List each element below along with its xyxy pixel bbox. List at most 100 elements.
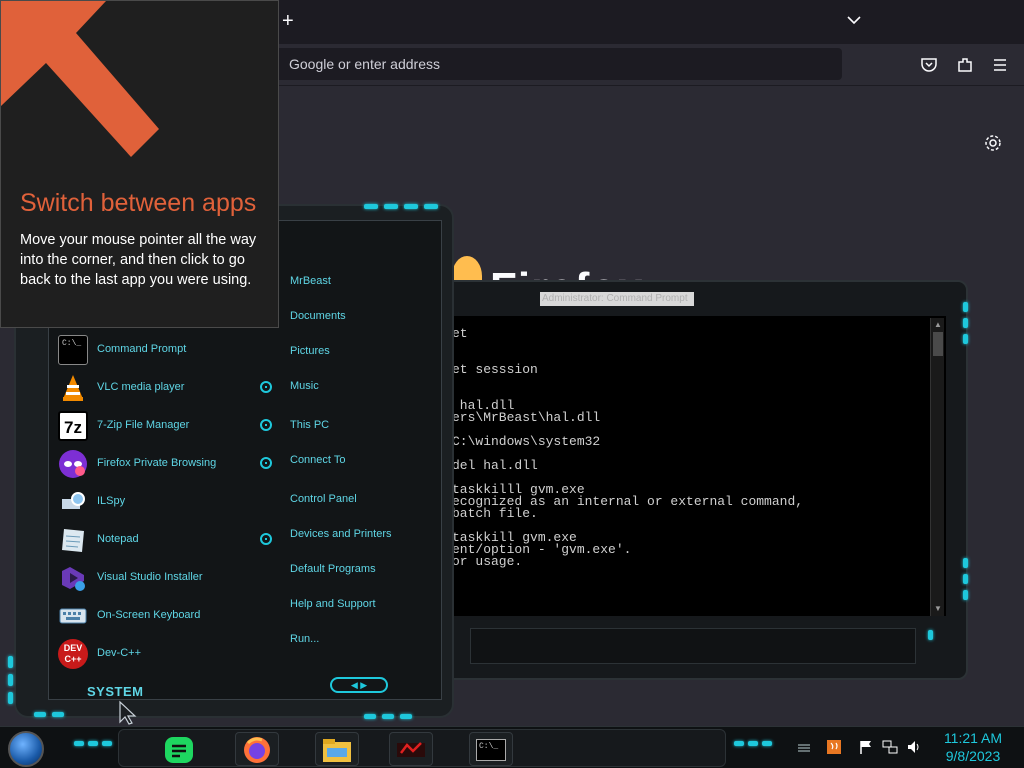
network-icon[interactable] <box>882 739 898 755</box>
taskbar-app-button[interactable] <box>389 732 433 766</box>
place-help-support[interactable]: Help and Support <box>290 598 376 610</box>
list-all-tabs-icon[interactable] <box>846 12 862 28</box>
program-7zip[interactable]: 7z 7-Zip File Manager <box>58 411 258 441</box>
red-app-icon <box>397 742 425 757</box>
vlc-icon <box>63 375 83 401</box>
java-update-icon[interactable] <box>826 739 842 755</box>
place-control-panel[interactable]: Control Panel <box>290 493 357 505</box>
notes-app-icon[interactable] <box>163 735 195 765</box>
taskbar-app-dock: C:\_ <box>118 729 726 767</box>
command-prompt-icon: C:\_ <box>58 335 88 365</box>
address-bar-placeholder: Google or enter address <box>289 56 440 72</box>
scroll-down-icon[interactable]: ▼ <box>933 604 943 614</box>
taskbar: C:\_ 11:21 AM 9/8/2023 <box>0 726 1024 768</box>
program-firefox-private[interactable]: Firefox Private Browsing <box>58 449 258 479</box>
place-user-folder[interactable]: MrBeast <box>290 275 331 287</box>
extensions-icon[interactable] <box>956 56 974 74</box>
program-command-prompt[interactable]: C:\_ Command Prompt <box>58 335 258 365</box>
console-line: et sesssion <box>452 362 538 377</box>
place-run[interactable]: Run... <box>290 633 319 645</box>
tip-body: Move your mouse pointer all the way into… <box>20 232 257 288</box>
new-tab-button[interactable]: + <box>282 10 294 33</box>
command-prompt-icon: C:\_ <box>476 739 506 761</box>
frame-led <box>102 741 112 746</box>
frame-led <box>963 590 968 600</box>
program-label: Visual Studio Installer <box>97 571 203 583</box>
console-line: C:\windows\system32 <box>452 434 601 449</box>
jump-list-arrow-icon[interactable] <box>260 419 272 431</box>
place-documents[interactable]: Documents <box>290 310 346 322</box>
frame-led <box>734 741 744 746</box>
place-connect-to[interactable]: Connect To <box>290 454 345 466</box>
place-music[interactable]: Music <box>290 380 319 392</box>
place-default-programs[interactable]: Default Programs <box>290 563 376 575</box>
address-bar[interactable]: Google or enter address <box>270 48 842 80</box>
program-vlc[interactable]: VLC media player <box>58 373 258 403</box>
show-hidden-icons-icon[interactable] <box>796 739 812 755</box>
app-menu-icon[interactable] <box>991 56 1009 74</box>
frame-led <box>762 741 772 746</box>
scrollbar-thumb[interactable] <box>933 332 943 356</box>
frame-led <box>8 674 13 686</box>
firefox-private-icon <box>59 450 87 478</box>
frame-led <box>928 630 933 640</box>
action-center-flag-icon[interactable] <box>858 739 874 755</box>
program-label: Firefox Private Browsing <box>97 457 217 469</box>
program-label: VLC media player <box>97 381 185 393</box>
console-scrollbar[interactable]: ▲ ▼ <box>930 318 944 616</box>
place-this-pc[interactable]: This PC <box>290 419 329 431</box>
taskbar-command-prompt-button[interactable]: C:\_ <box>469 732 513 766</box>
frame-led <box>8 656 13 668</box>
frame-led <box>748 741 758 746</box>
frame-led <box>384 204 398 209</box>
vs-installer-icon <box>62 567 85 591</box>
frame-led <box>8 692 13 704</box>
command-prompt-title: Administrator: Command Prompt <box>542 293 688 304</box>
program-label: Dev-C++ <box>97 647 142 659</box>
keyboard-icon <box>59 608 87 624</box>
frame-led <box>963 558 968 568</box>
jump-list-arrow-icon[interactable] <box>260 533 272 545</box>
scroll-up-icon[interactable]: ▲ <box>933 320 943 330</box>
frame-led <box>424 204 438 209</box>
console-output[interactable]: et et sesssion hal.dll ers\MrBeast\hal.dll… <box>452 316 946 616</box>
program-ilspy[interactable]: ILSpy <box>58 487 258 517</box>
program-vs-installer[interactable]: Visual Studio Installer <box>58 563 258 593</box>
jump-list-arrow-icon[interactable] <box>260 381 272 393</box>
system-label[interactable]: SYSTEM <box>87 684 143 699</box>
pocket-icon[interactable] <box>920 56 938 74</box>
7zip-icon: 7z <box>58 411 88 441</box>
start-orb-button[interactable] <box>8 731 44 767</box>
program-label: Command Prompt <box>97 343 187 355</box>
command-prompt-title-bar[interactable]: Administrator: Command Prompt <box>540 292 694 306</box>
start-menu-nav-arrows[interactable]: ◀ ▶ <box>330 677 388 693</box>
place-devices-printers[interactable]: Devices and Printers <box>290 528 392 540</box>
frame-led <box>364 714 376 719</box>
console-line: ers\MrBeast\hal.dll <box>452 410 601 425</box>
console-line: or usage. <box>452 554 523 569</box>
file-explorer-icon <box>323 739 351 762</box>
frame-led <box>963 574 968 584</box>
program-label: Notepad <box>97 533 139 545</box>
program-devcpp[interactable]: DEV C++ Dev-C++ <box>58 639 258 669</box>
frame-led <box>364 204 378 209</box>
program-label: 7-Zip File Manager <box>97 419 190 431</box>
command-prompt-bottom-panel <box>470 628 916 664</box>
program-notepad[interactable]: Notepad <box>58 525 258 555</box>
switch-apps-tip: Switch between apps Move your mouse poin… <box>0 0 279 328</box>
personalize-new-tab-gear-icon[interactable] <box>984 134 1002 152</box>
taskbar-firefox-button[interactable] <box>235 732 279 766</box>
place-pictures[interactable]: Pictures <box>290 345 330 357</box>
program-label: ILSpy <box>97 495 126 507</box>
taskbar-file-explorer-button[interactable] <box>315 732 359 766</box>
console-line: et <box>452 326 468 341</box>
console-line: del hal.dll <box>452 458 538 473</box>
firefox-icon <box>244 737 270 763</box>
console-line: batch file. <box>452 506 538 521</box>
volume-icon[interactable] <box>906 739 922 755</box>
program-on-screen-keyboard[interactable]: On-Screen Keyboard <box>58 601 258 631</box>
corner-arrow-icon <box>1 1 159 157</box>
frame-led <box>963 302 968 312</box>
jump-list-arrow-icon[interactable] <box>260 457 272 469</box>
frame-led <box>400 714 412 719</box>
